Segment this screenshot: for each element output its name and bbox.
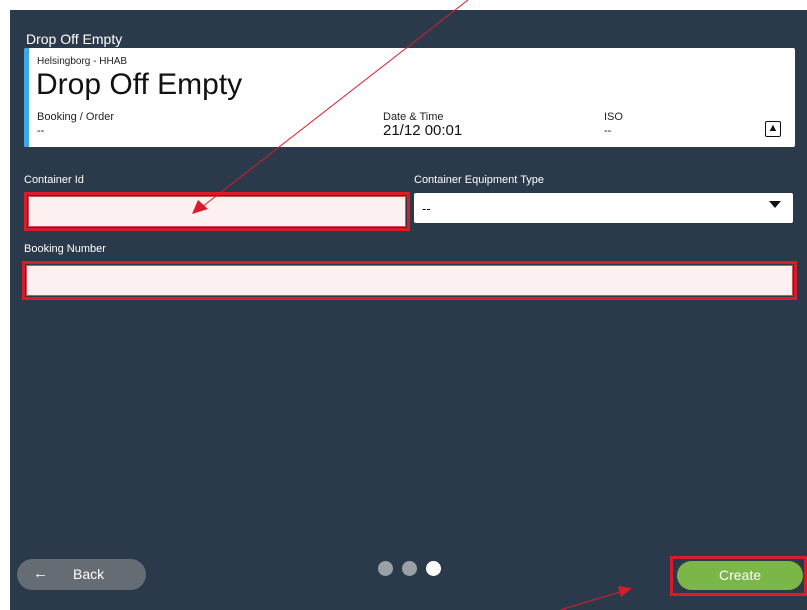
iso-value: -- [604, 125, 612, 137]
back-button[interactable]: ← Back [17, 559, 146, 590]
iso-label: ISO [604, 111, 623, 123]
back-button-label: Back [73, 566, 105, 582]
booking-number-input[interactable] [26, 265, 793, 296]
top-border [10, 0, 807, 10]
window-title: Drop Off Empty [26, 31, 123, 47]
card-accent-bar [24, 48, 29, 147]
create-button[interactable]: Create [677, 561, 803, 590]
chevron-down-icon [769, 201, 781, 208]
page-dot-1 [378, 561, 393, 576]
task-card: Helsingborg - HHAB Drop Off Empty Bookin… [24, 48, 795, 147]
equipment-type-label: Container Equipment Type [414, 174, 545, 186]
arrow-left-icon: ← [33, 565, 48, 582]
container-id-label: Container Id [24, 174, 84, 186]
card-title: Drop Off Empty [36, 68, 243, 101]
booking-number-label: Booking Number [24, 243, 106, 255]
expand-icon[interactable]: ▲ [765, 121, 781, 137]
page-dot-2 [402, 561, 417, 576]
container-id-input[interactable] [28, 196, 406, 227]
card-location: Helsingborg - HHAB [37, 56, 128, 67]
left-strip [0, 0, 10, 610]
booking-order-label: Booking / Order [37, 111, 115, 123]
booking-order-value: -- [37, 125, 45, 137]
equipment-type-value: -- [422, 201, 431, 216]
page-dot-3-active [426, 561, 441, 576]
datetime-value: 21/12 00:01 [383, 122, 463, 139]
equipment-type-select[interactable]: -- [414, 193, 793, 223]
